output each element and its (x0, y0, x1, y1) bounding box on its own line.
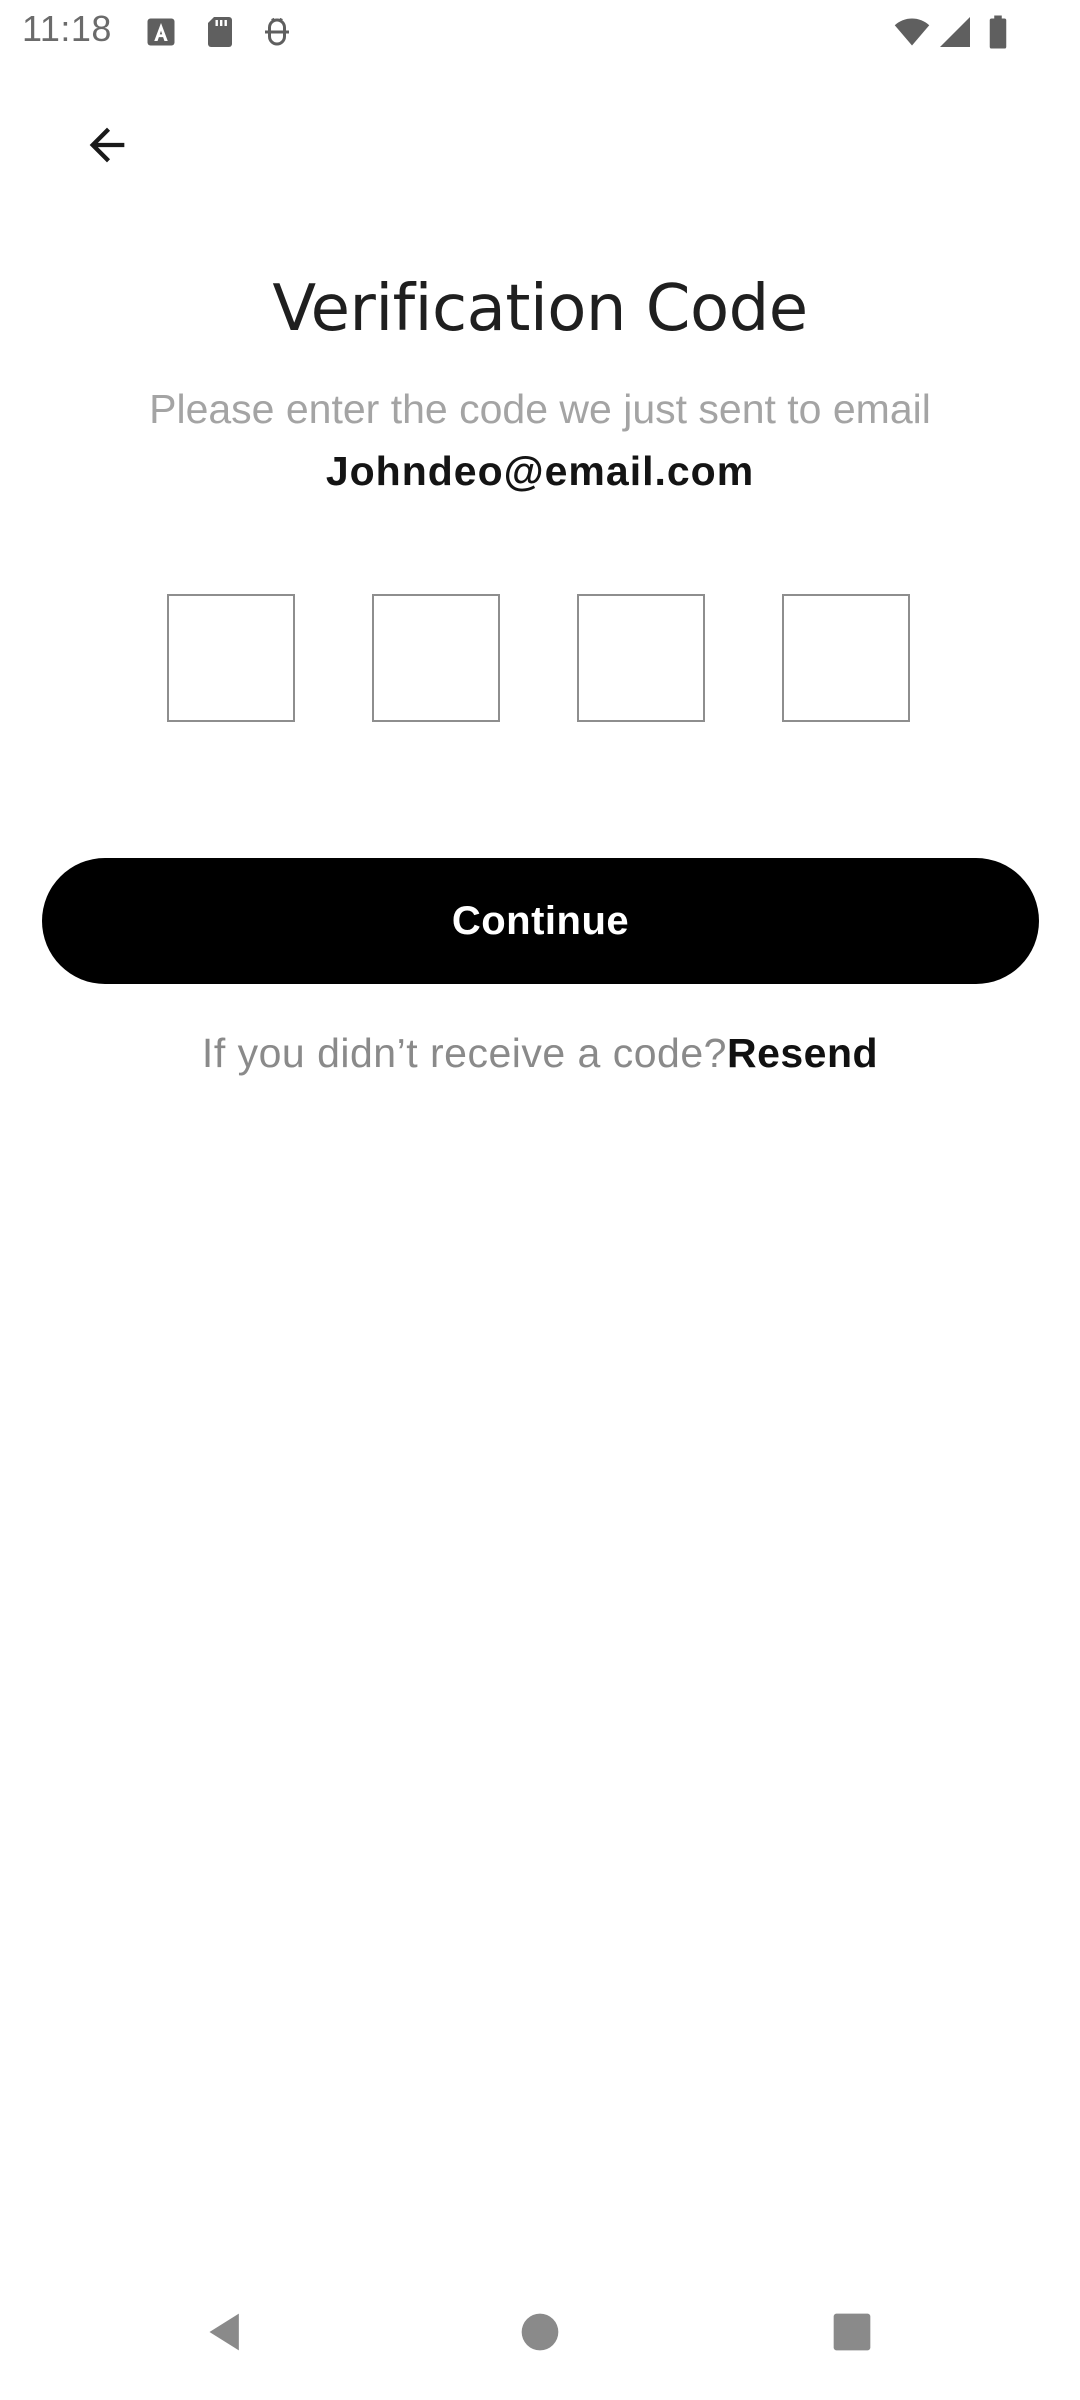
page-title: Verification Code (272, 272, 808, 346)
nav-recents-button[interactable] (822, 2302, 882, 2362)
email-address: Johndeo@email.com (325, 448, 755, 494)
battery-icon (983, 14, 1013, 50)
resend-row: If you didn’t receive a code?Resend (0, 1030, 1080, 1077)
code-digit-1[interactable] (167, 594, 295, 722)
accessibility-a-icon (143, 14, 179, 50)
recents-square-icon (830, 2310, 874, 2354)
code-digit-2[interactable] (372, 594, 500, 722)
debug-icon (259, 14, 295, 50)
signal-icon (937, 14, 973, 50)
code-digit-4[interactable] (782, 594, 910, 722)
home-circle-icon (518, 2310, 562, 2354)
status-time: 11:18 (22, 8, 112, 49)
nav-home-button[interactable] (510, 2302, 570, 2362)
wifi-icon (892, 14, 932, 50)
back-button[interactable] (62, 100, 152, 190)
arrow-left-icon (81, 119, 133, 171)
resend-link[interactable]: Resend (727, 1030, 878, 1076)
status-bar: 11:18 (0, 0, 1080, 64)
instruction-text: Please enter the code we just sent to em… (149, 386, 931, 432)
nav-back-button[interactable] (196, 2302, 256, 2362)
back-triangle-icon (204, 2310, 248, 2354)
resend-prompt: If you didn’t receive a code? (201, 1030, 727, 1076)
sd-card-icon (202, 14, 238, 50)
code-digit-3[interactable] (577, 594, 705, 722)
continue-button[interactable]: Continue (42, 858, 1039, 984)
